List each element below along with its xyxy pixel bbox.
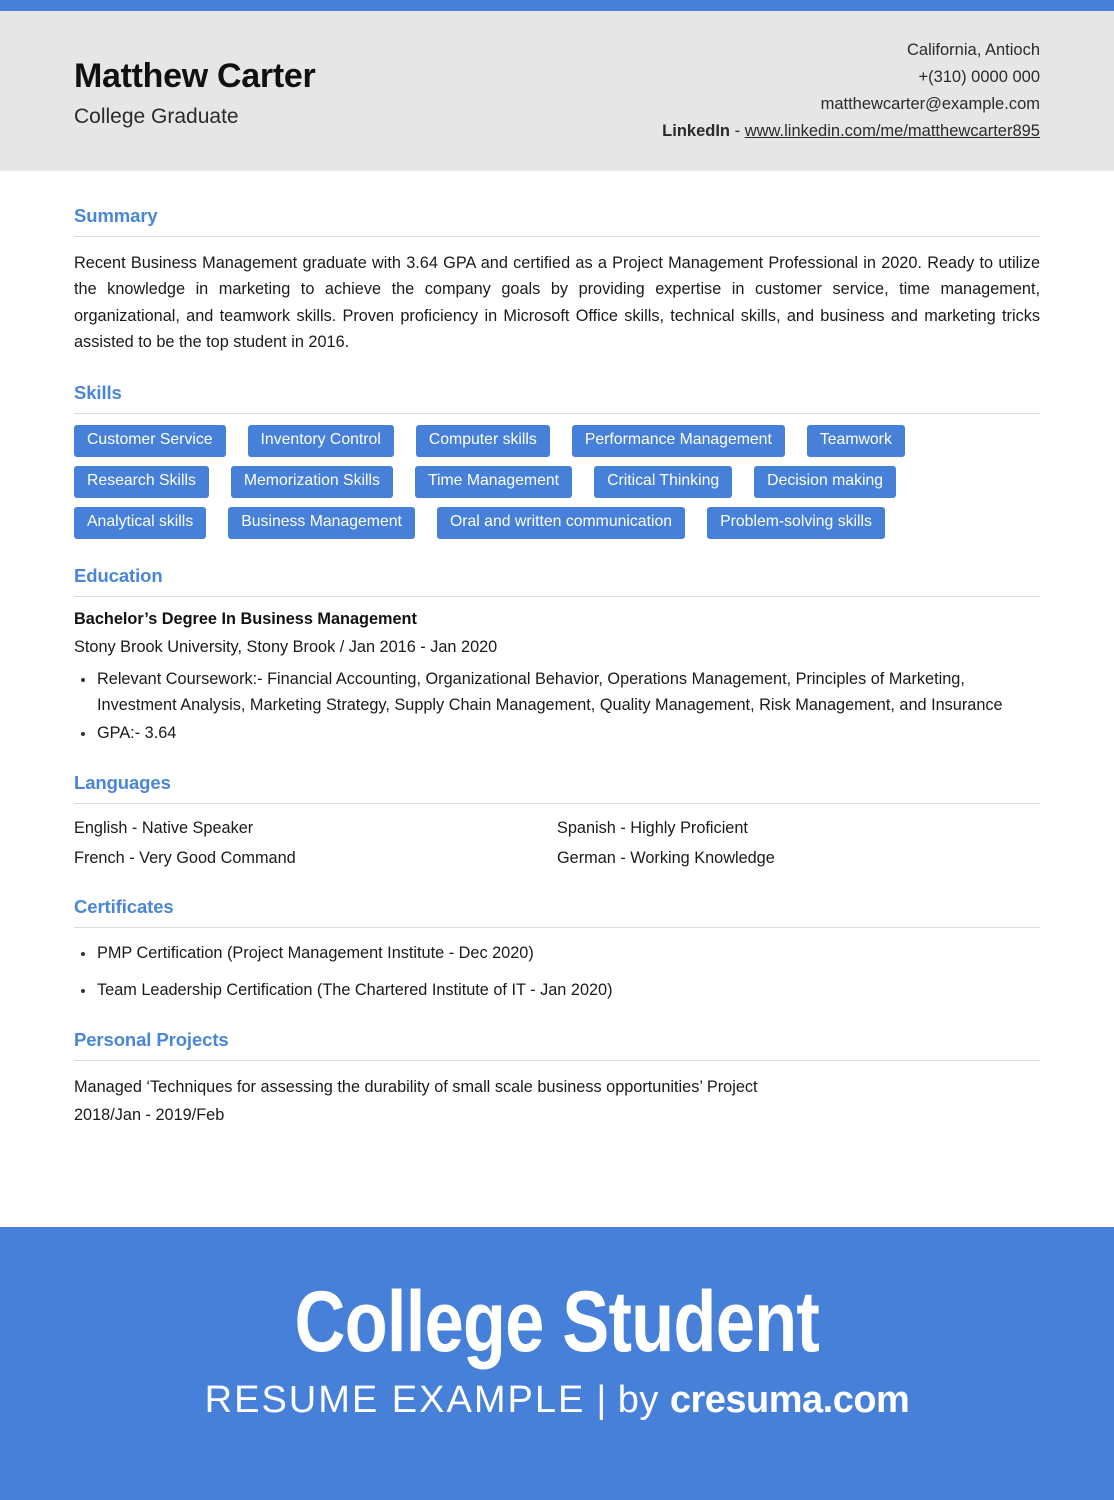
section-divider	[74, 412, 1040, 414]
languages-grid: English - Native Speaker Spanish - Highl…	[74, 817, 1040, 870]
language-item: Spanish - Highly Proficient	[557, 819, 748, 838]
skill-tag[interactable]: Teamwork	[806, 424, 905, 457]
section-divider	[74, 926, 1040, 928]
skill-row: Analytical skills Business Management Or…	[74, 506, 1040, 540]
language-item: German - Working Knowledge	[557, 849, 775, 868]
project-dates: 2018/Jan - 2019/Feb	[74, 1106, 225, 1125]
branding-footer: College Student RESUME EXAMPLE | by cres…	[0, 1227, 1114, 1500]
section-personal-projects: Personal Projects Managed ‘Techniques fo…	[74, 1029, 1040, 1129]
linkedin-label: LinkedIn	[662, 121, 731, 140]
education-degree: Bachelor’s Degree In Business Management	[74, 610, 417, 629]
linkedin-url[interactable]: www.linkedin.com/me/matthewcarter895	[745, 122, 1040, 140]
section-certificates: Certificates PMP Certification (Project …	[74, 896, 1040, 1003]
skill-tag[interactable]: Memorization Skills	[230, 465, 393, 498]
section-divider	[74, 236, 1040, 237]
skill-tag[interactable]: Time Management	[414, 465, 573, 498]
footer-subtitle-main: RESUME EXAMPLE	[204, 1379, 586, 1421]
skill-tag[interactable]: Decision making	[754, 465, 897, 498]
language-item: French - Very Good Command	[74, 849, 296, 868]
resume-body: Summary Recent Business Management gradu…	[0, 205, 1114, 1130]
skill-tag[interactable]: Research Skills	[74, 465, 209, 498]
skill-row: Research Skills Memorization Skills Time…	[74, 465, 1040, 498]
contact-block: California, Antioch +(310) 0000 000 matt…	[662, 37, 1040, 145]
project-description: Managed ‘Techniques for assessing the du…	[74, 1078, 758, 1097]
skill-tag[interactable]: Analytical skills	[74, 506, 207, 540]
footer-title: College Student	[294, 1274, 820, 1370]
footer-subtitle-by: by	[617, 1379, 659, 1421]
footer-subtitle-divider: |	[596, 1379, 607, 1421]
skill-tag[interactable]: Critical Thinking	[594, 465, 733, 498]
education-institution-dates: Stony Brook University, Stony Brook / Ja…	[74, 638, 498, 657]
skill-tag[interactable]: Business Management	[228, 506, 415, 540]
list-item: PMP Certification (Project Management In…	[81, 941, 1040, 967]
skill-tag[interactable]: Inventory Control	[247, 424, 394, 457]
resume-header: Matthew Carter College Graduate Californ…	[0, 11, 1114, 171]
list-item: Relevant Coursework:- Financial Accounti…	[81, 667, 1040, 718]
section-education: Education Bachelor’s Degree In Business …	[74, 565, 1040, 746]
section-title-languages: Languages	[74, 772, 171, 794]
section-divider	[74, 803, 1040, 805]
section-title-skills: Skills	[74, 381, 122, 403]
education-bullet-list: Relevant Coursework:- Financial Accounti…	[74, 667, 1040, 746]
section-skills: Skills Customer Service Inventory Contro…	[74, 381, 1040, 540]
section-title-personal-projects: Personal Projects	[74, 1029, 229, 1051]
resume-page: Matthew Carter College Graduate Californ…	[0, 0, 1114, 1500]
summary-text: Recent Business Management graduate with…	[74, 254, 1040, 352]
contact-linkedin[interactable]: LinkedIn - www.linkedin.com/me/matthewca…	[662, 118, 1040, 145]
list-item: GPA:- 3.64	[81, 721, 1040, 747]
contact-location: California, Antioch	[907, 41, 1040, 60]
skill-row: Customer Service Inventory Control Compu…	[74, 424, 1040, 457]
certificates-bullet-list: PMP Certification (Project Management In…	[74, 941, 1040, 1003]
skill-tag[interactable]: Customer Service	[74, 424, 226, 457]
list-item: Team Leadership Certification (The Chart…	[81, 978, 1040, 1004]
candidate-name: Matthew Carter	[74, 56, 316, 95]
skill-tag[interactable]: Performance Management	[571, 424, 785, 457]
section-languages: Languages English - Native Speaker Spani…	[74, 772, 1040, 870]
skill-tag-list: Customer Service Inventory Control Compu…	[74, 424, 1040, 540]
skill-tag[interactable]: Oral and written communication	[436, 506, 686, 540]
footer-brand: cresuma.com	[669, 1379, 910, 1421]
section-divider	[74, 1060, 1040, 1062]
section-title-education: Education	[74, 565, 163, 587]
section-divider	[74, 596, 1040, 598]
contact-phone[interactable]: +(310) 0000 000	[662, 64, 1040, 91]
footer-subtitle: RESUME EXAMPLE | by cresuma.com	[205, 1379, 910, 1422]
top-accent-bar	[0, 0, 1114, 11]
identity-block: Matthew Carter College Graduate	[74, 53, 316, 129]
linkedin-separator: -	[734, 121, 741, 140]
section-title-certificates: Certificates	[74, 895, 174, 917]
skill-tag[interactable]: Problem-solving skills	[707, 506, 885, 540]
skill-tag[interactable]: Computer skills	[415, 424, 550, 457]
language-item: English - Native Speaker	[74, 819, 254, 838]
section-title-summary: Summary	[74, 205, 158, 226]
section-summary: Summary Recent Business Management gradu…	[74, 205, 1040, 356]
contact-email[interactable]: matthewcarter@example.com	[662, 91, 1040, 118]
candidate-job-title: College Graduate	[74, 104, 239, 128]
